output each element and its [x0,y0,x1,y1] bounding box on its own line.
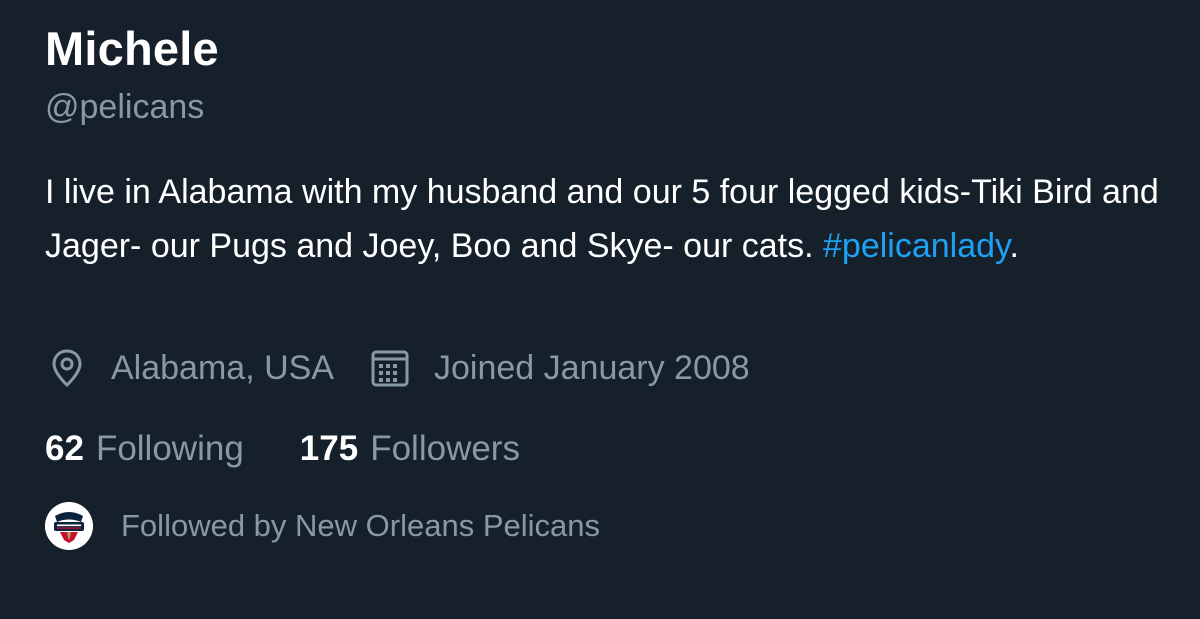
followed-by-text: Followed by New Orleans Pelicans [121,508,600,543]
join-date-text: Joined January 2008 [434,348,750,387]
location: Alabama, USA [45,346,334,390]
profile-meta: Alabama, USA Joined January 2008 [45,343,750,393]
display-name: Michele [45,22,219,75]
new-orleans-pelicans-logo [45,502,93,550]
following-link[interactable]: 62 Following [45,429,244,469]
bio: I live in Alabama with my husband and ou… [45,165,1165,273]
following-count: 62 [45,429,84,468]
profile-header: Michele @pelicans I live in Alabama with… [0,0,1200,619]
follow-stats: 62 Following 175 Followers [45,424,520,474]
location-pin-icon [45,346,89,390]
join-date: Joined January 2008 [368,346,750,390]
bio-trailing: . [1009,227,1019,265]
hashtag-link[interactable]: #pelicanlady [823,227,1010,265]
followers-count: 175 [299,429,359,468]
followed-by[interactable]: Followed by New Orleans Pelicans [45,502,600,550]
user-handle: @pelicans [45,88,205,126]
following-label: Following [95,429,244,468]
location-text: Alabama, USA [111,348,334,387]
followers-link[interactable]: 175 Followers [300,429,520,469]
followers-label: Followers [370,429,520,468]
calendar-icon [368,346,412,390]
